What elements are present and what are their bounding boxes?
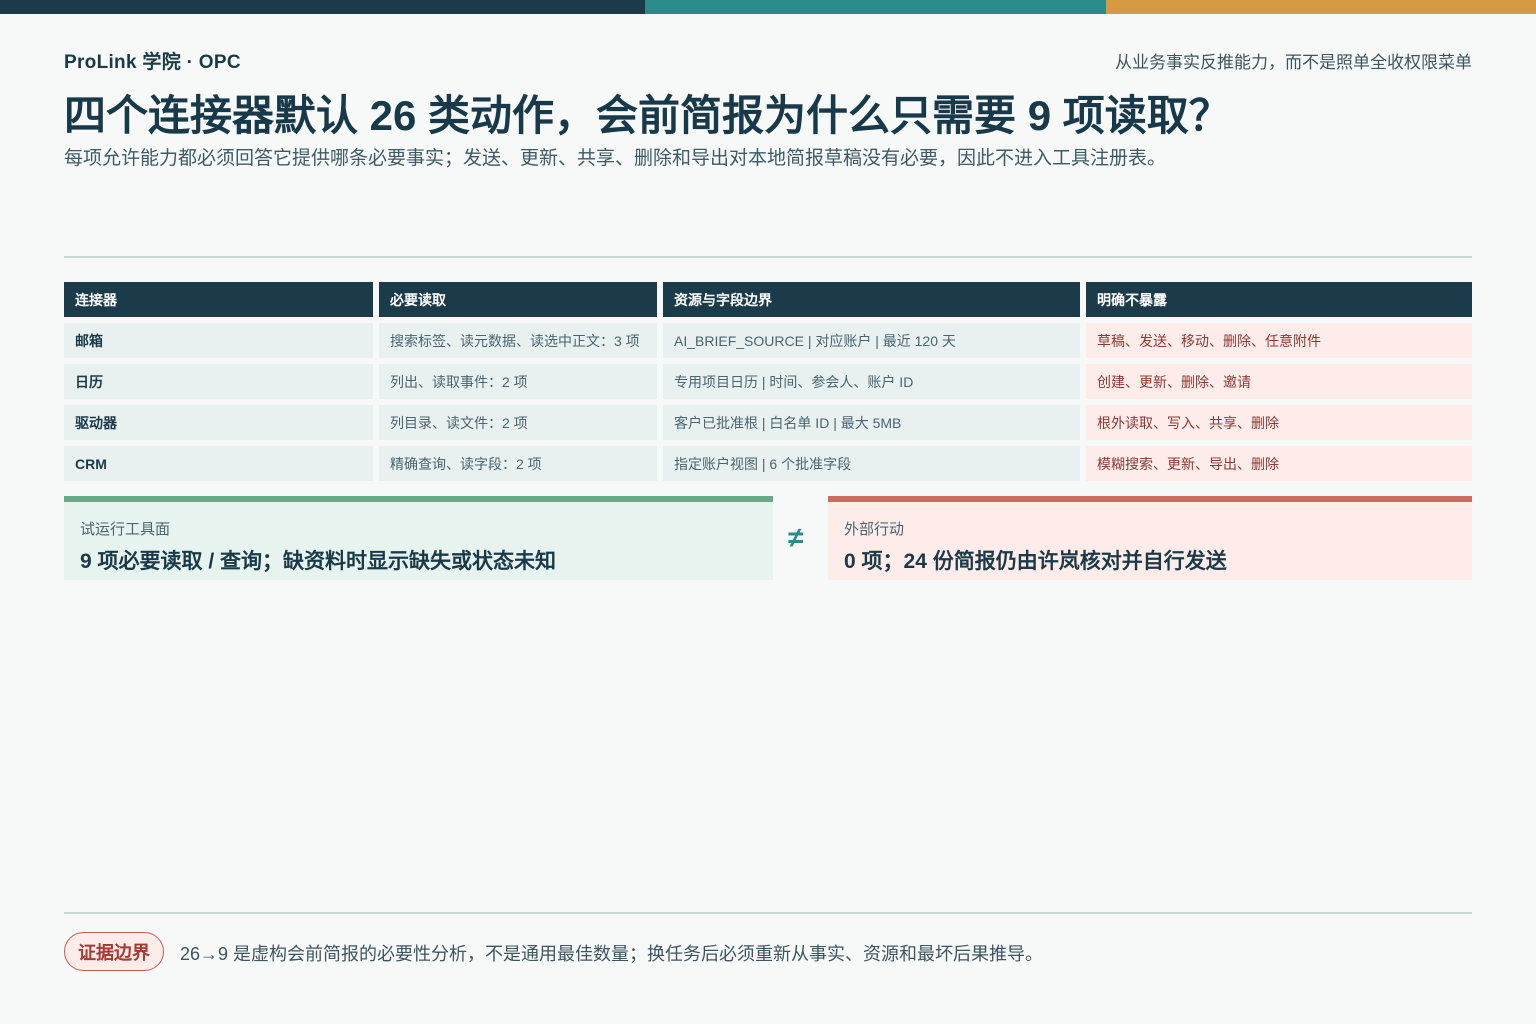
page-subtitle: 每项允许能力都必须回答它提供哪条必要事实；发送、更新、共享、删除和导出对本地简报… [64,148,1167,169]
table-header-row: 连接器 必要读取 资源与字段边界 明确不暴露 [64,282,1472,317]
topbar-segment-amber [1106,0,1536,14]
table-row: CRM 精确查询、读字段：2 项 指定账户视图 | 6 个批准字段 模糊搜索、更… [64,446,1472,481]
resource-boundary: 客户已批准根 | 白名单 ID | 最大 5MB [663,405,1080,440]
topbar-segment-navy [0,0,645,14]
tagline: 从业务事实反推能力，而不是照单全收权限菜单 [1115,53,1472,72]
required-reads: 精确查询、读字段：2 项 [379,446,657,481]
required-reads: 列目录、读文件：2 项 [379,405,657,440]
header-required-reads: 必要读取 [379,282,657,317]
divider-bottom [64,912,1472,914]
table-row: 日历 列出、读取事件：2 项 专用项目日历 | 时间、参会人、账户 ID 创建、… [64,364,1472,399]
connector-name: 日历 [64,364,373,399]
not-exposed: 草稿、发送、移动、删除、任意附件 [1086,323,1472,358]
external-action-panel: 外部行动 0 项；24 份简报仍由许岚核对并自行发送 [828,496,1472,580]
connector-name: CRM [64,446,373,481]
required-reads: 搜索标签、读元数据、读选中正文：3 项 [379,323,657,358]
topbar-segment-teal [645,0,1106,14]
connector-name: 驱动器 [64,405,373,440]
trial-tool-surface-panel: 试运行工具面 9 项必要读取 / 查询；缺资料时显示缺失或状态未知 [64,496,773,580]
panel-label: 试运行工具面 [80,521,171,538]
header-resource-boundary: 资源与字段边界 [663,282,1080,317]
connector-table: 连接器 必要读取 资源与字段边界 明确不暴露 邮箱 搜索标签、读元数据、读选中正… [64,282,1472,487]
header-not-exposed: 明确不暴露 [1086,282,1472,317]
not-exposed: 根外读取、写入、共享、删除 [1086,405,1472,440]
not-exposed: 创建、更新、删除、邀请 [1086,364,1472,399]
resource-boundary: AI_BRIEF_SOURCE | 对应账户 | 最近 120 天 [663,323,1080,358]
panel-value: 0 项；24 份简报仍由许岚核对并自行发送 [844,550,1227,573]
panel-value: 9 项必要读取 / 查询；缺资料时显示缺失或状态未知 [80,550,557,573]
footer-note: 26→9 是虚构会前简报的必要性分析，不是通用最佳数量；换任务后必须重新从事实、… [180,944,1044,964]
evidence-boundary-badge: 证据边界 [64,932,164,971]
table-row: 驱动器 列目录、读文件：2 项 客户已批准根 | 白名单 ID | 最大 5MB… [64,405,1472,440]
required-reads: 列出、读取事件：2 项 [379,364,657,399]
connector-name: 邮箱 [64,323,373,358]
resource-boundary: 专用项目日历 | 时间、参会人、账户 ID [663,364,1080,399]
panel-label: 外部行动 [844,521,905,538]
resource-boundary: 指定账户视图 | 6 个批准字段 [663,446,1080,481]
top-color-bar [0,0,1536,14]
header-connector: 连接器 [64,282,373,317]
not-equal-symbol: ≠ [788,522,804,553]
page-title: 四个连接器默认 26 类动作，会前简报为什么只需要 9 项读取？ [64,92,1231,139]
table-row: 邮箱 搜索标签、读元数据、读选中正文：3 项 AI_BRIEF_SOURCE |… [64,323,1472,358]
brand-label: ProLink 学院 · OPC [64,52,241,73]
not-exposed: 模糊搜索、更新、导出、删除 [1086,446,1472,481]
divider-top [64,256,1472,258]
